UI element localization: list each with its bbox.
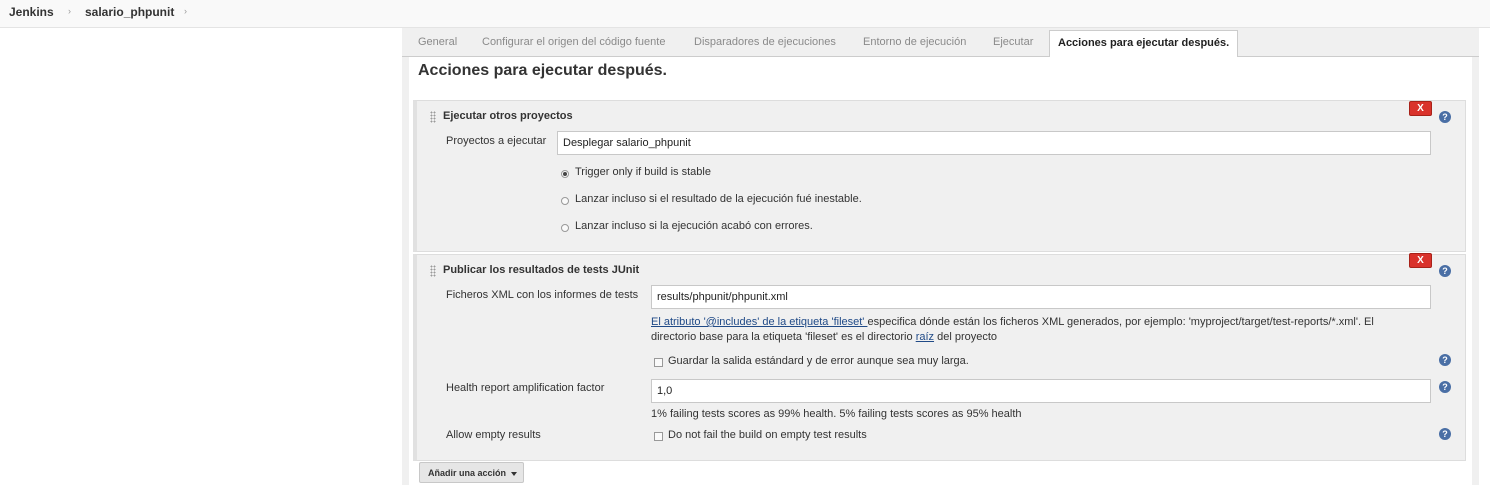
keep-long-output-checkbox[interactable] — [654, 358, 663, 367]
radio-stable[interactable] — [561, 170, 569, 178]
help-icon[interactable]: ? — [1439, 428, 1451, 440]
includes-doc-link[interactable]: El atributo '@includes' de la etiqueta '… — [651, 316, 867, 328]
allow-empty-checkbox[interactable] — [654, 432, 663, 441]
help-text-3: del proyecto — [934, 331, 998, 343]
tab-build-environment[interactable]: Entorno de ejecución — [863, 36, 966, 48]
block-title: Ejecutar otros proyectos — [443, 110, 573, 122]
help-text-1: especifica dónde están los ficheros XML … — [867, 316, 1374, 328]
breadcrumb-project[interactable]: salario_phpunit — [85, 5, 174, 19]
block-title: Publicar los resultados de tests JUnit — [443, 264, 640, 276]
build-other-projects-block: Ejecutar otros proyectos X ? Proyectos a… — [413, 100, 1466, 252]
config-tabs: General Configurar el origen del código … — [402, 28, 1479, 58]
health-factor-hint: 1% failing tests scores as 99% health. 5… — [651, 408, 1022, 420]
xml-help-text: El atributo '@includes' de la etiqueta '… — [651, 315, 1411, 345]
projects-label: Proyectos a ejecutar — [446, 135, 547, 147]
breadcrumb: Jenkins › salario_phpunit › — [0, 0, 1490, 28]
allow-empty-option-label: Do not fail the build on empty test resu… — [668, 429, 867, 441]
add-action-label: Añadir una acción — [428, 468, 507, 478]
section-title: Acciones para ejecutar después. — [418, 62, 667, 79]
radio-unstable-label: Lanzar incluso si el resultado de la eje… — [575, 193, 862, 205]
help-icon[interactable]: ? — [1439, 354, 1451, 366]
root-doc-link[interactable]: raíz — [916, 331, 934, 343]
delete-button[interactable]: X — [1409, 253, 1432, 268]
drag-handle-icon[interactable] — [430, 111, 436, 123]
junit-block: Publicar los resultados de tests JUnit X… — [413, 253, 1466, 461]
radio-failed[interactable] — [561, 224, 569, 232]
help-icon[interactable]: ? — [1439, 265, 1451, 277]
tab-build[interactable]: Ejecutar — [993, 36, 1033, 48]
tab-triggers[interactable]: Disparadores de ejecuciones — [694, 36, 836, 48]
allow-empty-label: Allow empty results — [446, 429, 541, 441]
help-icon[interactable]: ? — [1439, 381, 1451, 393]
radio-failed-label: Lanzar incluso si la ejecución acabó con… — [575, 220, 813, 232]
tab-scm[interactable]: Configurar el origen del código fuente — [482, 36, 665, 48]
help-text-2: directorio base para la etiqueta 'filese… — [651, 331, 916, 343]
delete-button[interactable]: X — [1409, 101, 1432, 116]
add-post-build-action-button[interactable]: Añadir una acción — [419, 462, 524, 483]
xml-files-input[interactable] — [651, 285, 1431, 309]
radio-unstable[interactable] — [561, 197, 569, 205]
radio-stable-label: Trigger only if build is stable — [575, 166, 711, 178]
drag-handle-icon[interactable] — [430, 265, 436, 277]
keep-long-output-label: Guardar la salida estándard y de error a… — [668, 355, 969, 367]
help-icon[interactable]: ? — [1439, 111, 1451, 123]
tab-general[interactable]: General — [418, 36, 457, 48]
breadcrumb-jenkins[interactable]: Jenkins — [9, 5, 54, 19]
breadcrumb-chevron-icon[interactable]: › — [68, 6, 71, 16]
breadcrumb-chevron-icon[interactable]: › — [184, 6, 187, 16]
tab-post-build-actions[interactable]: Acciones para ejecutar después. — [1049, 30, 1239, 58]
health-factor-label: Health report amplification factor — [446, 382, 605, 394]
projects-input[interactable] — [557, 131, 1431, 155]
health-factor-input[interactable] — [651, 379, 1431, 403]
xml-files-label: Ficheros XML con los informes de tests — [446, 289, 639, 301]
caret-down-icon — [511, 472, 517, 476]
